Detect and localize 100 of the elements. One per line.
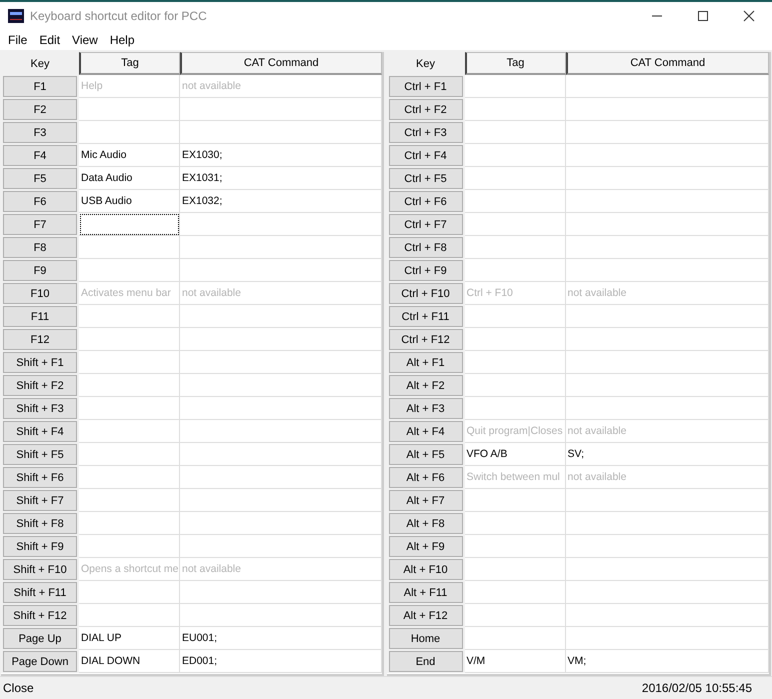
tag-cell[interactable] bbox=[79, 420, 180, 443]
key-button[interactable]: Alt + F5 bbox=[388, 444, 462, 465]
key-button[interactable]: Shift + F8 bbox=[3, 513, 77, 534]
command-cell[interactable] bbox=[180, 581, 382, 604]
tag-cell[interactable] bbox=[464, 397, 566, 420]
tag-cell[interactable] bbox=[79, 236, 180, 259]
tag-cell[interactable] bbox=[79, 581, 180, 604]
key-button[interactable]: Page Up bbox=[3, 628, 77, 649]
key-button[interactable]: Shift + F11 bbox=[3, 582, 77, 603]
tag-cell[interactable] bbox=[464, 144, 566, 167]
command-cell[interactable] bbox=[180, 328, 382, 351]
key-button[interactable]: Ctrl + F5 bbox=[388, 168, 462, 189]
key-button[interactable]: Ctrl + F7 bbox=[388, 214, 462, 235]
command-cell[interactable] bbox=[180, 397, 382, 420]
key-button[interactable]: F10 bbox=[3, 283, 77, 304]
command-cell[interactable] bbox=[566, 351, 769, 374]
key-button[interactable]: Alt + F11 bbox=[388, 582, 462, 603]
tag-cell[interactable] bbox=[464, 75, 566, 98]
command-cell[interactable]: EX1031; bbox=[180, 167, 382, 190]
key-button[interactable]: Alt + F6 bbox=[388, 467, 462, 488]
key-button[interactable]: Ctrl + F8 bbox=[388, 237, 462, 258]
key-button[interactable]: Ctrl + F1 bbox=[388, 76, 462, 97]
command-cell[interactable]: EU001; bbox=[180, 627, 382, 650]
command-cell[interactable] bbox=[566, 98, 769, 121]
tag-cell[interactable] bbox=[464, 167, 566, 190]
key-button[interactable]: F6 bbox=[3, 191, 77, 212]
tag-cell[interactable] bbox=[464, 213, 566, 236]
key-button[interactable]: F8 bbox=[3, 237, 77, 258]
tag-cell[interactable] bbox=[464, 581, 566, 604]
command-cell[interactable] bbox=[180, 466, 382, 489]
tag-cell[interactable]: DIAL DOWN bbox=[79, 650, 180, 673]
command-cell[interactable] bbox=[566, 213, 769, 236]
key-button[interactable]: Ctrl + F10 bbox=[388, 283, 462, 304]
key-button[interactable]: Ctrl + F11 bbox=[388, 306, 462, 327]
key-button[interactable]: F12 bbox=[3, 329, 77, 350]
key-button[interactable]: End bbox=[388, 651, 462, 672]
command-cell[interactable]: EX1030; bbox=[180, 144, 382, 167]
command-cell[interactable] bbox=[180, 374, 382, 397]
tag-cell[interactable] bbox=[464, 121, 566, 144]
key-button[interactable]: Ctrl + F9 bbox=[388, 260, 462, 281]
tag-cell[interactable] bbox=[464, 512, 566, 535]
key-button[interactable]: Shift + F1 bbox=[3, 352, 77, 373]
command-cell[interactable] bbox=[180, 443, 382, 466]
tag-cell[interactable] bbox=[79, 604, 180, 627]
command-cell[interactable] bbox=[566, 512, 769, 535]
key-button[interactable]: Shift + F5 bbox=[3, 444, 77, 465]
command-cell[interactable] bbox=[566, 489, 769, 512]
command-cell[interactable]: ED001; bbox=[180, 650, 382, 673]
close-icon[interactable] bbox=[743, 10, 755, 22]
tag-cell[interactable] bbox=[79, 98, 180, 121]
tag-cell[interactable] bbox=[464, 236, 566, 259]
key-button[interactable]: Ctrl + F12 bbox=[388, 329, 462, 350]
tag-cell[interactable]: Data Audio bbox=[79, 167, 180, 190]
command-cell[interactable] bbox=[566, 328, 769, 351]
key-button[interactable]: F5 bbox=[3, 168, 77, 189]
command-cell[interactable] bbox=[566, 397, 769, 420]
command-cell[interactable] bbox=[180, 213, 382, 236]
command-cell[interactable] bbox=[566, 190, 769, 213]
command-cell[interactable] bbox=[566, 581, 769, 604]
tag-cell[interactable] bbox=[79, 259, 180, 282]
tag-cell[interactable] bbox=[79, 535, 180, 558]
key-button[interactable]: Alt + F10 bbox=[388, 559, 462, 580]
tag-cell[interactable] bbox=[79, 121, 180, 144]
key-button[interactable]: F4 bbox=[3, 145, 77, 166]
key-button[interactable]: Shift + F2 bbox=[3, 375, 77, 396]
command-cell[interactable] bbox=[180, 259, 382, 282]
command-cell[interactable] bbox=[566, 535, 769, 558]
tag-cell[interactable] bbox=[464, 558, 566, 581]
key-button[interactable]: Shift + F10 bbox=[3, 559, 77, 580]
maximize-icon[interactable] bbox=[697, 10, 709, 22]
command-cell[interactable] bbox=[180, 604, 382, 627]
command-cell[interactable] bbox=[180, 420, 382, 443]
key-button[interactable]: Shift + F7 bbox=[3, 490, 77, 511]
command-cell[interactable] bbox=[566, 121, 769, 144]
tag-cell[interactable] bbox=[464, 535, 566, 558]
tag-cell[interactable] bbox=[79, 305, 180, 328]
tag-cell[interactable] bbox=[464, 259, 566, 282]
command-cell[interactable]: EX1032; bbox=[180, 190, 382, 213]
command-cell[interactable] bbox=[566, 558, 769, 581]
key-button[interactable]: F9 bbox=[3, 260, 77, 281]
tag-cell[interactable] bbox=[464, 305, 566, 328]
command-cell[interactable] bbox=[180, 98, 382, 121]
tag-cell[interactable] bbox=[464, 328, 566, 351]
key-button[interactable]: Shift + F9 bbox=[3, 536, 77, 557]
key-button[interactable]: F7 bbox=[3, 214, 77, 235]
tag-cell[interactable] bbox=[79, 213, 180, 236]
key-button[interactable]: Alt + F4 bbox=[388, 421, 462, 442]
key-button[interactable]: Alt + F8 bbox=[388, 513, 462, 534]
tag-cell[interactable]: DIAL UP bbox=[79, 627, 180, 650]
tag-cell[interactable] bbox=[79, 374, 180, 397]
command-cell[interactable] bbox=[180, 351, 382, 374]
tag-cell[interactable] bbox=[464, 351, 566, 374]
tag-cell[interactable] bbox=[464, 489, 566, 512]
tag-cell[interactable]: VFO A/B bbox=[464, 443, 566, 466]
command-cell[interactable] bbox=[180, 121, 382, 144]
menu-item[interactable]: File bbox=[2, 33, 34, 47]
key-button[interactable]: Alt + F1 bbox=[388, 352, 462, 373]
key-button[interactable]: Ctrl + F2 bbox=[388, 99, 462, 120]
key-button[interactable]: Shift + F6 bbox=[3, 467, 77, 488]
key-button[interactable]: Alt + F9 bbox=[388, 536, 462, 557]
